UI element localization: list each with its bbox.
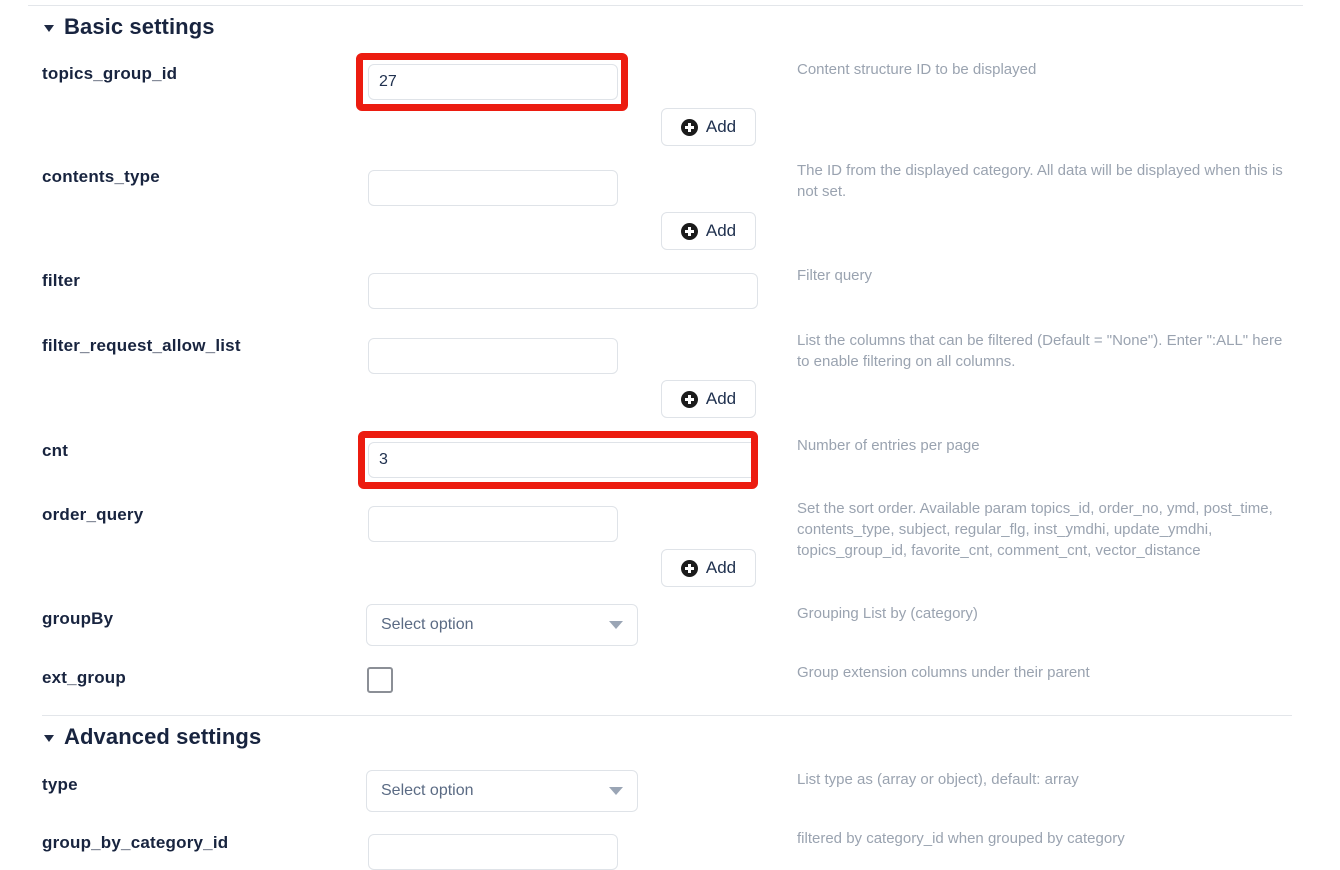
label-topics-group-id: topics_group_id: [42, 64, 178, 83]
input-filter-request-allow-list[interactable]: [368, 338, 618, 374]
add-button-contents-type[interactable]: Add: [661, 212, 756, 250]
chevron-down-icon: [609, 621, 623, 629]
input-filter[interactable]: [368, 273, 758, 309]
plus-circle-icon: [680, 118, 698, 136]
add-button-label: Add: [705, 117, 737, 136]
help-text-ext-group: Group extension columns under their pare…: [797, 664, 1090, 681]
add-button-filter-request-allow-list[interactable]: Add: [661, 380, 756, 418]
section-title-advanced: Advanced settings: [64, 724, 262, 749]
help-text-cnt: Number of entries per page: [797, 437, 980, 454]
label-type: type: [42, 775, 78, 794]
section-header-advanced-settings[interactable]: Advanced settings: [44, 724, 261, 750]
help-text-contents-type: The ID from the displayed category. All …: [797, 162, 1283, 200]
help-text-filter: Filter query: [797, 267, 873, 284]
label-order-query: order_query: [42, 505, 144, 524]
select-group-by[interactable]: Select option: [366, 604, 638, 646]
add-button-topics-group-id[interactable]: Add: [661, 108, 756, 146]
input-order-query[interactable]: [368, 506, 618, 542]
checkbox-ext-group[interactable]: [367, 667, 393, 693]
help-text-group-by-category-id: filtered by category_id when grouped by …: [797, 830, 1125, 847]
plus-circle-icon: [680, 390, 698, 408]
label-filter: filter: [42, 271, 81, 290]
plus-circle-icon: [680, 559, 698, 577]
add-button-label: Add: [705, 558, 737, 577]
section-divider-top: [28, 5, 1303, 6]
label-cnt: cnt: [42, 441, 69, 460]
select-type[interactable]: Select option: [366, 770, 638, 812]
label-contents-type: contents_type: [42, 167, 160, 186]
select-group-by-value: Select option: [381, 616, 474, 633]
plus-circle-icon: [680, 222, 698, 240]
add-button-order-query[interactable]: Add: [661, 549, 756, 587]
input-topics-group-id[interactable]: [368, 64, 618, 100]
help-text-topics-group-id: Content structure ID to be displayed: [797, 61, 1037, 78]
label-group-by: groupBy: [42, 609, 114, 628]
add-button-label: Add: [705, 389, 737, 408]
add-button-label: Add: [705, 221, 737, 240]
input-group-by-category-id[interactable]: [368, 834, 618, 870]
label-filter-request-allow-list: filter_request_allow_list: [42, 336, 241, 355]
label-ext-group: ext_group: [42, 668, 126, 687]
section-divider-advanced: [42, 715, 1292, 716]
caret-down-icon: [44, 25, 54, 32]
label-group-by-category-id: group_by_category_id: [42, 833, 229, 852]
input-cnt[interactable]: [368, 442, 758, 478]
chevron-down-icon: [609, 787, 623, 795]
help-text-order-query: Set the sort order. Available param topi…: [797, 500, 1273, 559]
help-text-group-by: Grouping List by (category): [797, 605, 978, 622]
help-text-type: List type as (array or object), default:…: [797, 771, 1079, 788]
caret-down-icon: [44, 735, 54, 742]
help-text-filter-request-allow-list: List the columns that can be filtered (D…: [797, 332, 1283, 370]
section-header-basic-settings[interactable]: Basic settings: [44, 14, 215, 40]
section-title-basic: Basic settings: [64, 14, 215, 39]
settings-form-page: Basic settings topics_group_id Add Conte…: [0, 0, 1340, 870]
input-contents-type[interactable]: [368, 170, 618, 206]
select-type-value: Select option: [381, 782, 474, 799]
